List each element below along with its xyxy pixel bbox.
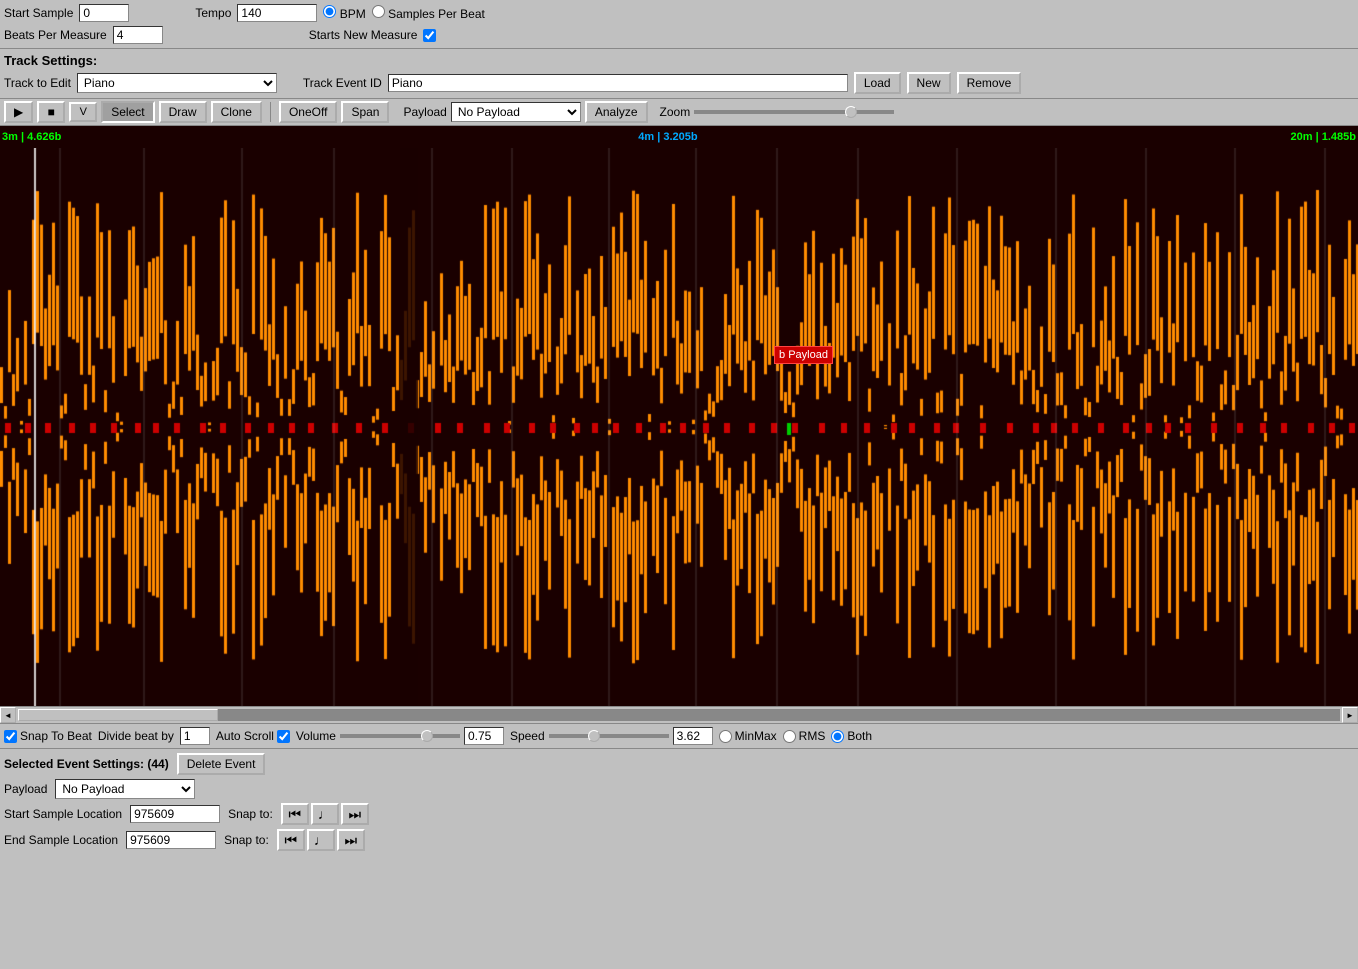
load-button[interactable]: Load (854, 72, 901, 94)
payload-tooltip: b Payload (774, 346, 833, 364)
start-sample-location-input[interactable] (130, 805, 220, 823)
new-button[interactable]: New (907, 72, 951, 94)
auto-scroll-checkbox[interactable] (277, 730, 290, 743)
toolbar: ▶ ■ V Select Draw Clone OneOff Span Payl… (0, 99, 1358, 126)
select-button[interactable]: Select (101, 101, 154, 123)
auto-scroll-label: Auto Scroll (216, 729, 274, 743)
start-sample-loc-label: Start Sample Location (4, 807, 122, 821)
selected-payload-select[interactable]: No Payload (55, 779, 195, 799)
payload-label: Payload (403, 105, 446, 119)
snap-to-beat-row: Snap To Beat (4, 729, 92, 743)
auto-scroll-row: Auto Scroll (216, 729, 290, 743)
divide-beat-by-label: Divide beat by (98, 729, 174, 743)
end-sample-location-input[interactable] (126, 831, 216, 849)
volume-label: Volume (296, 729, 336, 743)
tempo-label: Tempo (195, 6, 231, 20)
end-snap-end-button[interactable]: ⏭ (337, 829, 365, 851)
bpm-radio[interactable] (323, 5, 336, 18)
oneoff-button[interactable]: OneOff (279, 101, 337, 123)
samples-per-beat-radio[interactable] (372, 5, 385, 18)
marker-left: 3m | 4.626b (2, 131, 61, 143)
selected-event-title: Selected Event Settings: (44) (4, 757, 169, 771)
tempo-input[interactable] (237, 4, 317, 22)
snap-to-beat-label: Snap To Beat (20, 729, 92, 743)
speed-slider[interactable] (549, 734, 669, 738)
payload-row: Payload No Payload (4, 779, 1354, 799)
beats-per-measure-label: Beats Per Measure (4, 28, 107, 42)
starts-new-measure-label: Starts New Measure (309, 28, 418, 42)
volume-control: Volume (296, 727, 504, 745)
start-snap-beat-button[interactable]: ♩ (311, 803, 339, 825)
start-snap-begin-button[interactable]: ⏮ (281, 803, 309, 825)
track-settings-label: Track Settings: (4, 53, 97, 68)
waveform-display[interactable]: 3m | 4.626b 4m | 3.205b 20m | 1.485b b P… (0, 126, 1358, 706)
samples-per-beat-radio-label: Samples Per Beat (372, 5, 485, 21)
speed-value[interactable] (673, 727, 713, 745)
end-sample-row: End Sample Location Snap to: ⏮ ♩ ⏭ (4, 829, 1354, 851)
scroll-thumb[interactable] (18, 709, 218, 721)
clone-button[interactable]: Clone (211, 101, 262, 123)
snap-to-beat-checkbox[interactable] (4, 730, 17, 743)
beats-per-measure-input[interactable] (113, 26, 163, 44)
start-sample-label: Start Sample (4, 6, 73, 20)
rms-label: RMS (799, 729, 826, 743)
speed-control: Speed (510, 727, 713, 745)
waveform-canvas[interactable] (0, 148, 1358, 706)
start-sample-row: Start Sample Location Snap to: ⏮ ♩ ⏭ (4, 803, 1354, 825)
marker-right: 20m | 1.485b (1291, 131, 1356, 143)
start-sample-input[interactable] (79, 4, 129, 22)
scroll-right-arrow[interactable]: ► (1342, 707, 1358, 723)
bpm-radio-label: BPM (323, 5, 365, 21)
both-radio[interactable] (831, 730, 844, 743)
track-to-edit-select[interactable]: Piano (77, 73, 277, 93)
end-snap-to-label: Snap to: (224, 833, 269, 847)
v-button[interactable]: V (69, 102, 97, 122)
bottom-controls: Snap To Beat Divide beat by Auto Scroll … (0, 724, 1358, 748)
end-snap-begin-button[interactable]: ⏮ (277, 829, 305, 851)
starts-new-measure-checkbox[interactable] (423, 29, 436, 42)
draw-button[interactable]: Draw (159, 101, 207, 123)
zoom-label: Zoom (660, 105, 691, 119)
rms-radio[interactable] (783, 730, 796, 743)
volume-slider[interactable] (340, 734, 460, 738)
stop-button[interactable]: ■ (37, 101, 65, 123)
timeline-bar: 3m | 4.626b 4m | 3.205b 20m | 1.485b (0, 126, 1358, 148)
end-sample-loc-label: End Sample Location (4, 833, 118, 847)
selected-payload-label: Payload (4, 782, 47, 796)
end-snap-beat-button[interactable]: ♩ (307, 829, 335, 851)
display-mode-rms: RMS (783, 729, 826, 743)
scroll-track[interactable] (18, 709, 1340, 721)
display-mode-both: Both (831, 729, 872, 743)
minmax-radio[interactable] (719, 730, 732, 743)
zoom-slider[interactable] (694, 110, 894, 114)
volume-value[interactable] (464, 727, 504, 745)
analyze-button[interactable]: Analyze (585, 101, 648, 123)
display-mode-minmax: MinMax (719, 729, 777, 743)
track-settings-bar: Track Settings: Track to Edit Piano Trac… (0, 49, 1358, 99)
track-to-edit-label: Track to Edit (4, 76, 71, 90)
minmax-label: MinMax (735, 729, 777, 743)
track-event-id-input[interactable] (388, 74, 848, 92)
toolbar-sep (270, 102, 271, 122)
play-button[interactable]: ▶ (4, 101, 33, 123)
span-button[interactable]: Span (341, 101, 389, 123)
title-bar: Start Sample Tempo BPM Samples Per Beat … (0, 0, 1358, 49)
payload-select[interactable]: No Payload (451, 102, 581, 122)
remove-button[interactable]: Remove (957, 72, 1022, 94)
divide-beat-input[interactable] (180, 727, 210, 745)
end-snap-buttons: ⏮ ♩ ⏭ (277, 829, 365, 851)
start-snap-end-button[interactable]: ⏭ (341, 803, 369, 825)
selected-event-header-row: Selected Event Settings: (44) Delete Eve… (4, 753, 1354, 775)
both-label: Both (847, 729, 872, 743)
track-event-id-label: Track Event ID (303, 76, 382, 90)
scroll-left-arrow[interactable]: ◄ (0, 707, 16, 723)
marker-center: 4m | 3.205b (638, 131, 697, 143)
start-snap-buttons: ⏮ ♩ ⏭ (281, 803, 369, 825)
scrollbar-row: ◄ ► (0, 706, 1358, 724)
speed-label: Speed (510, 729, 545, 743)
delete-event-button[interactable]: Delete Event (177, 753, 266, 775)
start-snap-to-label: Snap to: (228, 807, 273, 821)
selected-event-section: Selected Event Settings: (44) Delete Eve… (0, 748, 1358, 859)
